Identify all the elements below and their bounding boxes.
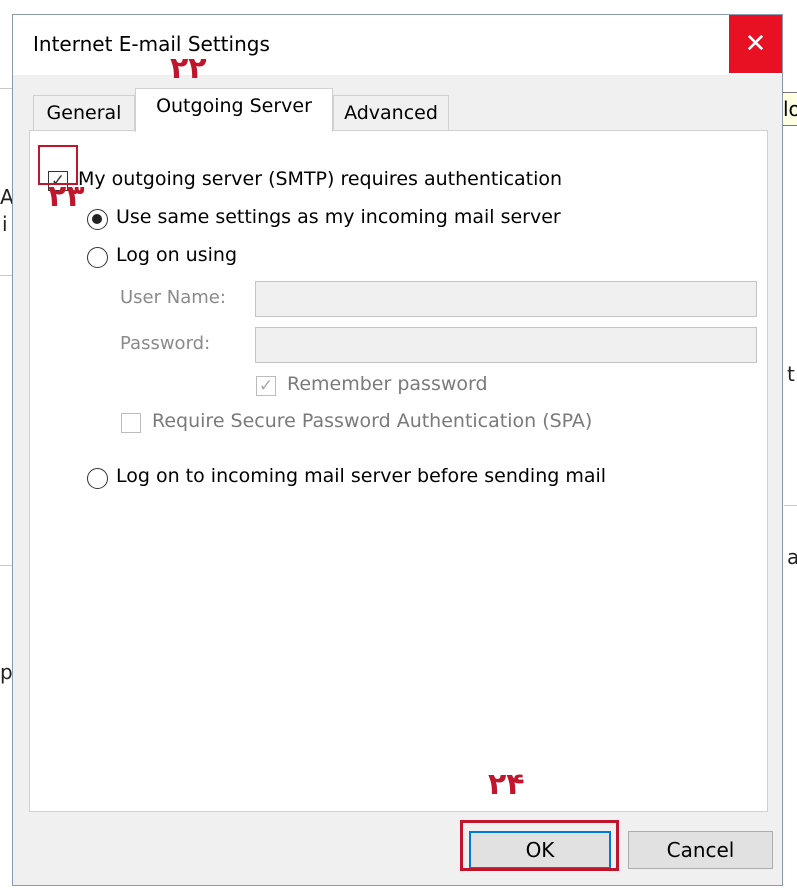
background-divider [784, 505, 797, 506]
internet-email-settings-dialog: Internet E-mail Settings ✕ General Outgo… [12, 14, 783, 886]
password-label: Password: [120, 333, 211, 354]
background-text-fragment: i [2, 212, 8, 236]
smtp-auth-label: My outgoing server (SMTP) requires authe… [78, 168, 563, 190]
background-text-fragment: p [0, 660, 13, 684]
require-spa-checkbox[interactable] [121, 413, 141, 433]
background-divider [0, 565, 12, 566]
remember-password-label: Remember password [287, 373, 488, 395]
same-settings-label: Use same settings as my incoming mail se… [116, 206, 561, 228]
log-on-using-radio[interactable] [87, 247, 108, 268]
tab-advanced[interactable]: Advanced [333, 95, 449, 131]
log-on-using-label: Log on using [116, 244, 238, 266]
close-button[interactable]: ✕ [729, 15, 782, 73]
log-on-incoming-label: Log on to incoming mail server before se… [116, 465, 607, 487]
log-on-incoming-radio[interactable] [87, 468, 108, 489]
outgoing-server-panel: ✓ My outgoing server (SMTP) requires aut… [29, 130, 768, 812]
cancel-button[interactable]: Cancel [628, 831, 773, 869]
tab-general[interactable]: General [33, 95, 135, 131]
background-text-fragment: a [787, 545, 797, 569]
annotation-step-ok: ۲۴ [488, 767, 525, 802]
annotation-step-tab: ۲۲ [170, 51, 207, 86]
background-text-fragment: t [787, 362, 795, 386]
tab-outgoing-server[interactable]: Outgoing Server [135, 88, 333, 132]
annotation-step-checkbox: ۲۳ [48, 179, 85, 214]
annotation-ok-highlight [460, 820, 619, 871]
require-spa-label: Require Secure Password Authentication (… [152, 410, 593, 432]
same-settings-radio[interactable] [87, 209, 108, 230]
remember-password-checkbox[interactable]: ✓ [256, 376, 276, 396]
password-field[interactable] [255, 327, 757, 363]
dialog-title: Internet E-mail Settings [33, 32, 270, 56]
title-bar[interactable]: Internet E-mail Settings ✕ [13, 15, 782, 75]
background-divider [0, 275, 12, 276]
background-divider [0, 88, 12, 89]
user-name-label: User Name: [120, 287, 226, 308]
user-name-field[interactable] [255, 281, 757, 317]
close-icon: ✕ [744, 29, 767, 59]
